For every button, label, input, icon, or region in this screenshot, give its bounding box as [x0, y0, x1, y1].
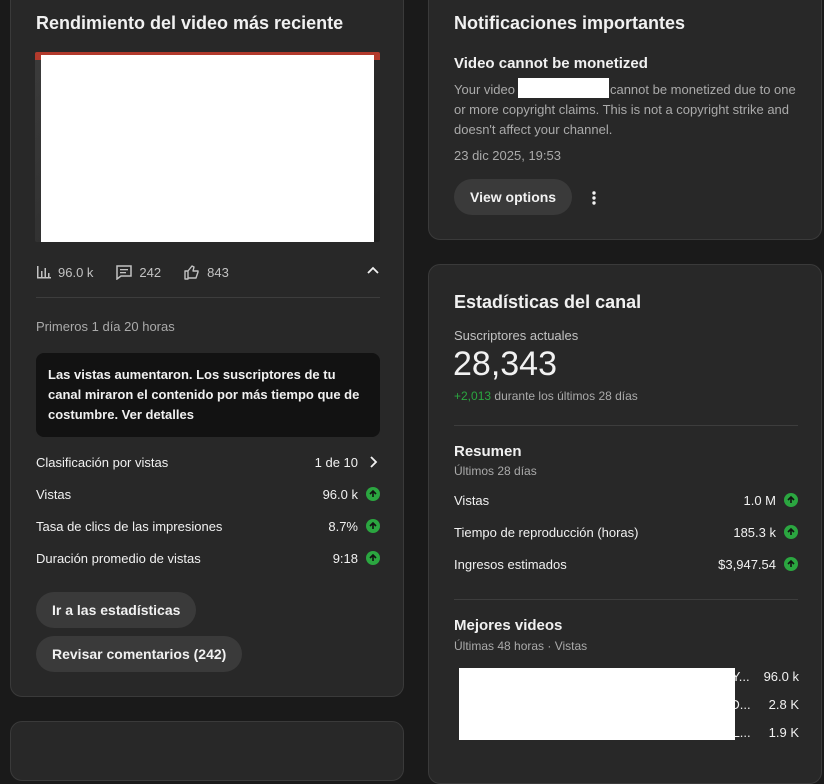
metric-label: Duración promedio de vistas — [36, 550, 201, 566]
metric-label: Tiempo de reproducción (horas) — [454, 524, 639, 540]
metric-duration-row: Duración promedio de vistas 9:18 — [36, 548, 380, 568]
subscribers-delta-value: +2,013 — [454, 389, 492, 403]
metric-value: 1.0 M — [743, 492, 776, 508]
divider — [36, 297, 380, 298]
views-count: 96.0 k — [58, 264, 94, 280]
divider — [454, 599, 798, 600]
insight-text: Las vistas aumentaron. Los suscriptores … — [48, 367, 360, 422]
metric-value: 96.0 k — [322, 486, 358, 502]
arrow-up-icon — [784, 493, 798, 507]
top-videos-subtitle: Últimas 48 horas · Vistas — [454, 639, 588, 653]
summary-title: Resumen — [454, 443, 522, 460]
metric-value: 1 de 10 — [314, 454, 358, 470]
metric-label: Tasa de clics de las impresiones — [36, 518, 223, 534]
likes-count: 843 — [207, 264, 229, 280]
recent-video-card: Rendimiento del video más reciente 96.0 … — [10, 0, 404, 697]
metric-views-row: Vistas 96.0 k — [36, 484, 380, 504]
top-video-views: 2.8 K — [768, 696, 799, 712]
metric-value: 9:18 — [332, 550, 358, 566]
channel-stats-title: Estadísticas del canal — [454, 292, 642, 312]
comments-stat: 242 — [115, 264, 161, 280]
chevron-up-icon — [367, 266, 379, 274]
video-thumbnail[interactable] — [35, 52, 380, 242]
metric-value: $3,947.54 — [718, 556, 776, 572]
metric-label: Ingresos estimados — [454, 556, 567, 572]
top-videos-title: Mejores videos — [454, 617, 563, 634]
thumbnail-redaction — [41, 55, 374, 242]
notification-time: 23 dic 2025, 19:53 — [454, 148, 561, 163]
arrow-up-icon — [366, 487, 380, 501]
top-video-views: 96.0 k — [763, 668, 799, 684]
recent-video-title: Rendimiento del video más reciente — [36, 13, 344, 33]
divider — [454, 425, 798, 426]
top-videos-redaction — [459, 668, 735, 740]
comments-count: 242 — [139, 264, 162, 280]
metric-ctr-row: Tasa de clics de las impresiones 8.7% — [36, 516, 380, 536]
more-options-button[interactable] — [582, 186, 606, 210]
review-comments-button[interactable]: Revisar comentarios (242) — [36, 636, 243, 672]
metric-value: 185.3 k — [733, 524, 776, 540]
notification-body: Your video cannot be monetized due to one… — [454, 80, 799, 140]
notification-headline: Video cannot be monetized — [454, 55, 648, 72]
metric-label: Vistas — [454, 492, 490, 508]
arrow-up-icon — [366, 551, 380, 565]
collapse-button[interactable] — [365, 262, 381, 281]
notification-body-prefix: Your video — [454, 82, 515, 97]
likes-stat: 843 — [183, 264, 229, 280]
metric-value: 8.7% — [328, 518, 358, 534]
summary-subtitle: Últimos 28 días — [454, 464, 537, 478]
views-stat: 96.0 k — [36, 264, 93, 280]
more-vert-icon — [592, 191, 596, 205]
metric-label: Vistas — [36, 486, 72, 502]
subscribers-delta: +2,013 durante los últimos 28 días — [454, 389, 638, 403]
arrow-up-icon — [784, 525, 798, 539]
comment-icon — [116, 265, 133, 280]
period-label: Primeros 1 día 20 horas — [36, 319, 175, 334]
subscribers-count: 28,343 — [453, 345, 557, 383]
next-card — [10, 721, 404, 781]
insight-box[interactable]: Las vistas aumentaron. Los suscriptores … — [36, 353, 380, 437]
bar-chart-icon — [37, 266, 51, 279]
subscribers-label: Suscriptores actuales — [454, 328, 579, 343]
chevron-right-icon — [370, 456, 378, 468]
summary-revenue-row: Ingresos estimados $3,947.54 — [454, 554, 798, 574]
metric-label: Clasificación por vistas — [36, 454, 169, 470]
top-video-title-tail: L... — [732, 724, 751, 740]
top-video-views: 1.9 K — [768, 724, 799, 740]
summary-views-row: Vistas 1.0 M — [454, 490, 798, 510]
subscribers-delta-suffix: durante los últimos 28 días — [494, 389, 638, 403]
summary-watchtime-row: Tiempo de reproducción (horas) 185.3 k — [454, 522, 798, 542]
video-stats-row: 96.0 k 242 843 — [36, 262, 381, 282]
arrow-up-icon — [366, 519, 380, 533]
go-to-analytics-button[interactable]: Ir a las estadísticas — [36, 592, 197, 628]
view-options-button[interactable]: View options — [454, 179, 573, 215]
notifications-card: Notificaciones importantes Video cannot … — [428, 0, 822, 240]
metric-rank-row[interactable]: Clasificación por vistas 1 de 10 — [36, 452, 380, 472]
thumbs-up-icon — [184, 265, 199, 280]
video-name-redaction — [518, 78, 609, 98]
channel-stats-card: Estadísticas del canal Suscriptores actu… — [428, 264, 822, 784]
arrow-up-icon — [784, 557, 798, 571]
notifications-title: Notificaciones importantes — [454, 13, 686, 33]
